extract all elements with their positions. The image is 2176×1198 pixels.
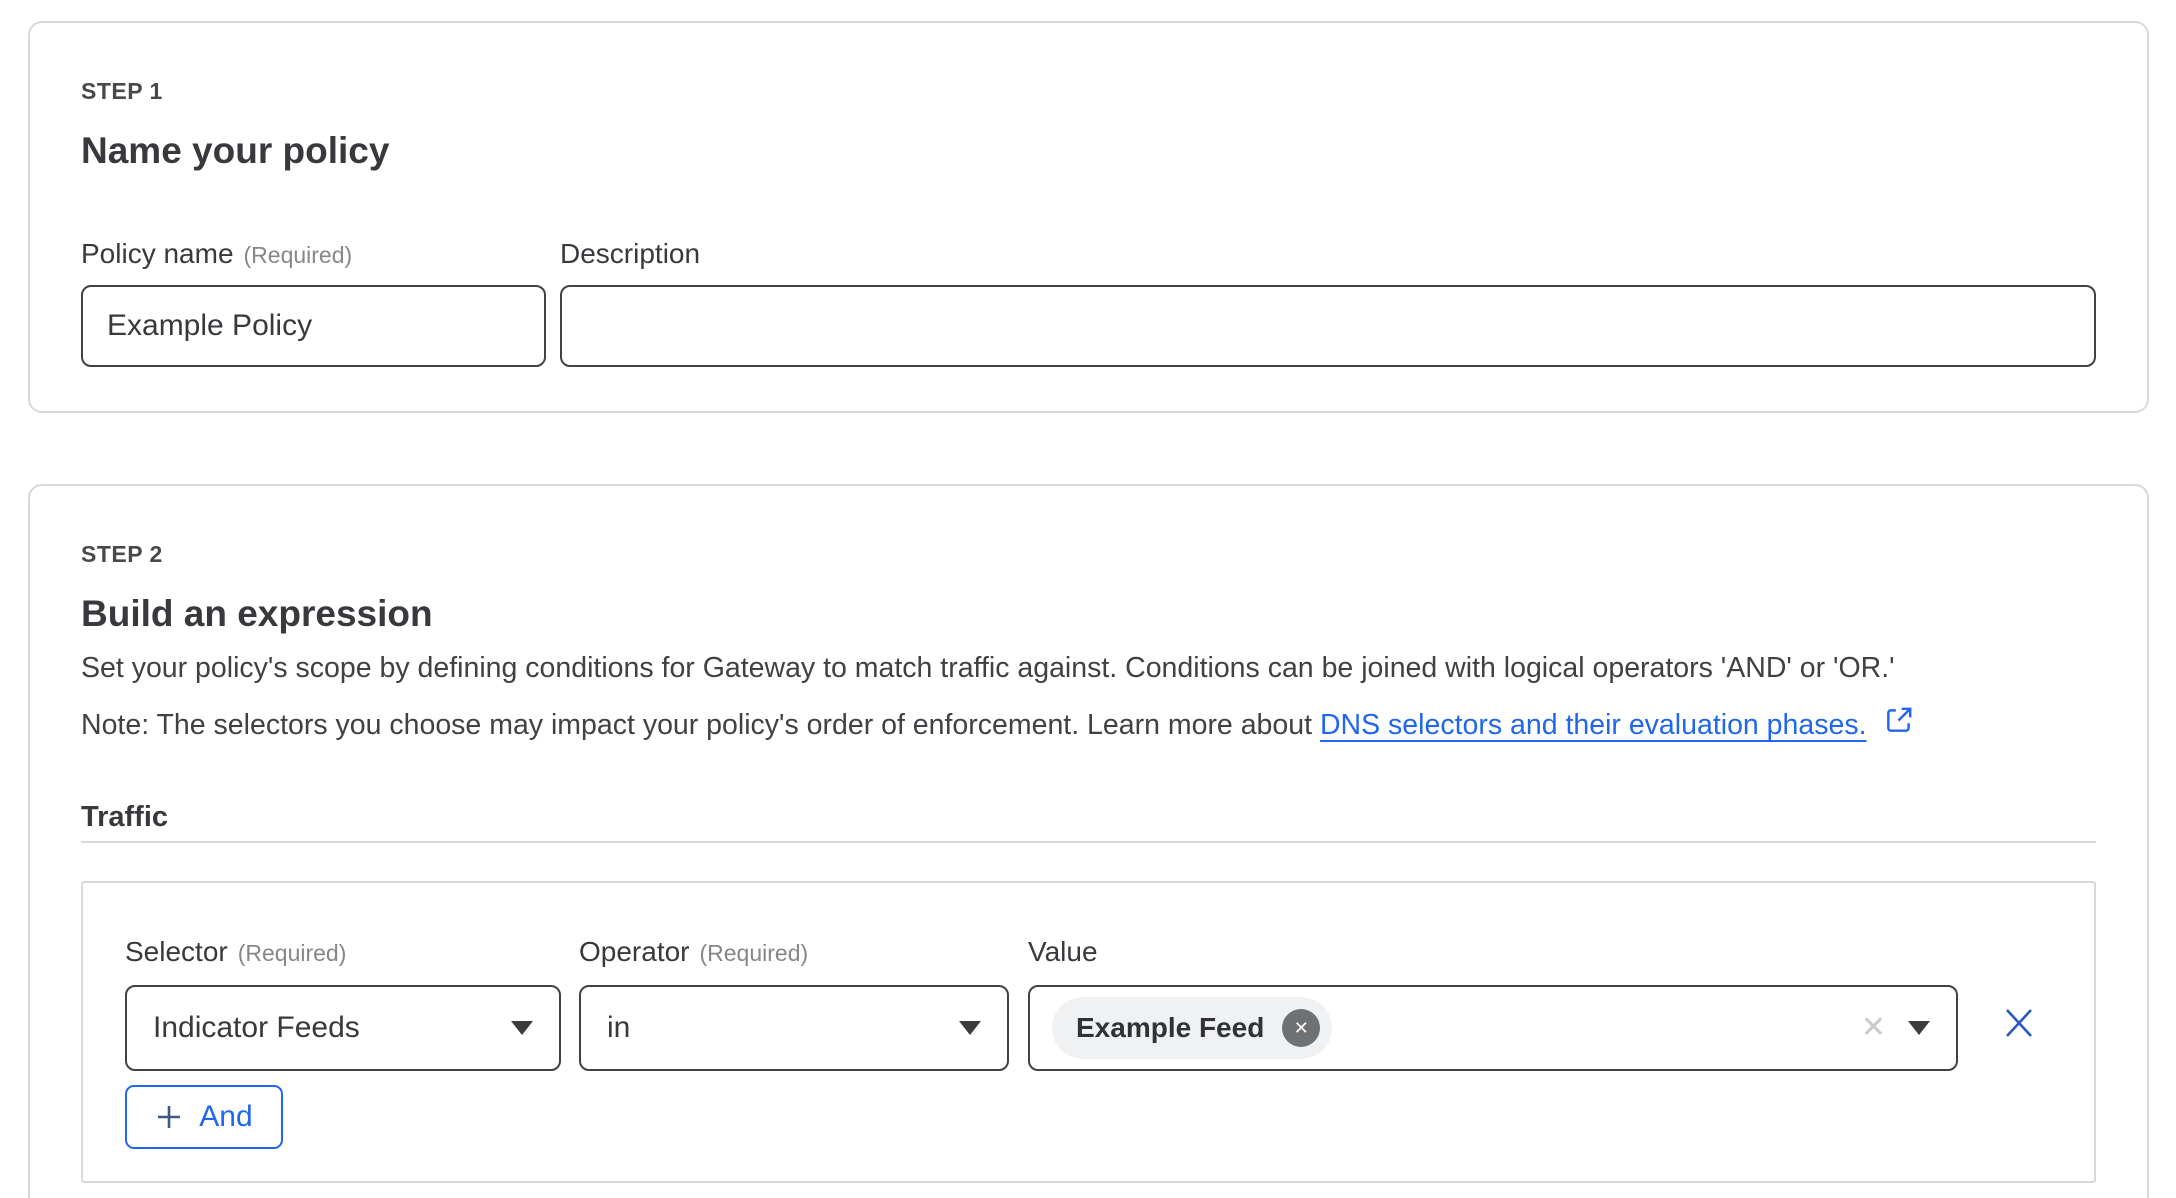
- selector-dropdown-value: Indicator Feeds: [153, 1011, 360, 1045]
- plus-icon: [155, 1103, 183, 1131]
- description-label: Description: [560, 238, 700, 269]
- value-label-row: Value: [1028, 935, 1958, 969]
- selector-label: Selector: [125, 936, 228, 967]
- condition-builder-box: Selector (Required) Indicator Feeds Opera…: [81, 881, 2096, 1183]
- operator-field-group: Operator (Required) in: [579, 935, 1009, 1071]
- chevron-down-icon: [1908, 1021, 1930, 1035]
- operator-dropdown[interactable]: in: [579, 985, 1009, 1071]
- operator-label-row: Operator (Required): [579, 935, 1009, 969]
- step2-card: STEP 2 Build an expression Set your poli…: [28, 484, 2149, 1198]
- chevron-down-icon: [511, 1021, 533, 1035]
- step1-label: STEP 1: [81, 77, 2096, 105]
- policy-name-field-group: Policy name (Required): [81, 237, 546, 367]
- clear-all-icon[interactable]: ✕: [1861, 1013, 1886, 1043]
- selectors-note-text: Note: The selectors you choose may impac…: [81, 704, 2096, 747]
- description-field-group: Description: [560, 237, 2096, 367]
- selector-required-hint: (Required): [238, 940, 347, 966]
- description-input[interactable]: [560, 285, 2096, 367]
- selector-dropdown[interactable]: Indicator Feeds: [125, 985, 561, 1071]
- operator-required-hint: (Required): [700, 940, 809, 966]
- chevron-down-icon: [959, 1021, 981, 1035]
- policy-name-label-row: Policy name (Required): [81, 237, 546, 271]
- value-label: Value: [1028, 936, 1098, 967]
- value-field-group: Value Example Feed ✕ ✕: [1028, 935, 1958, 1071]
- dns-selectors-link[interactable]: DNS selectors and their evaluation phase…: [1320, 709, 1867, 741]
- external-link-icon: [1883, 704, 1915, 747]
- policy-name-required-hint: (Required): [244, 242, 353, 268]
- condition-row: Selector (Required) Indicator Feeds Opera…: [125, 935, 2052, 1071]
- value-multiselect[interactable]: Example Feed ✕ ✕: [1028, 985, 1958, 1071]
- step1-title: Name your policy: [81, 129, 2096, 173]
- selector-label-row: Selector (Required): [125, 935, 561, 969]
- step2-title: Build an expression: [81, 592, 2096, 636]
- and-button-label: And: [199, 1100, 252, 1134]
- policy-name-label: Policy name: [81, 238, 234, 269]
- expression-intro-text: Set your policy's scope by defining cond…: [81, 648, 2096, 688]
- note-prefix-text: Note: The selectors you choose may impac…: [81, 709, 1320, 741]
- add-and-condition-button[interactable]: And: [125, 1085, 283, 1149]
- step1-card: STEP 1 Name your policy Policy name (Requ…: [28, 21, 2149, 413]
- selector-field-group: Selector (Required) Indicator Feeds: [125, 935, 561, 1071]
- traffic-divider: [81, 841, 2096, 843]
- description-label-row: Description: [560, 237, 2096, 271]
- operator-label: Operator: [579, 936, 690, 967]
- policy-name-input[interactable]: [81, 285, 546, 367]
- value-tag: Example Feed ✕: [1052, 997, 1332, 1059]
- step2-label: STEP 2: [81, 540, 2096, 568]
- value-tag-text: Example Feed: [1076, 1012, 1264, 1044]
- remove-condition-column: [1986, 935, 2052, 1071]
- step1-fields-row: Policy name (Required) Description: [81, 237, 2096, 367]
- tag-remove-icon[interactable]: ✕: [1282, 1009, 1320, 1047]
- remove-condition-button[interactable]: [2001, 1005, 2037, 1046]
- traffic-section-heading: Traffic: [81, 799, 2096, 835]
- operator-dropdown-value: in: [607, 1011, 630, 1045]
